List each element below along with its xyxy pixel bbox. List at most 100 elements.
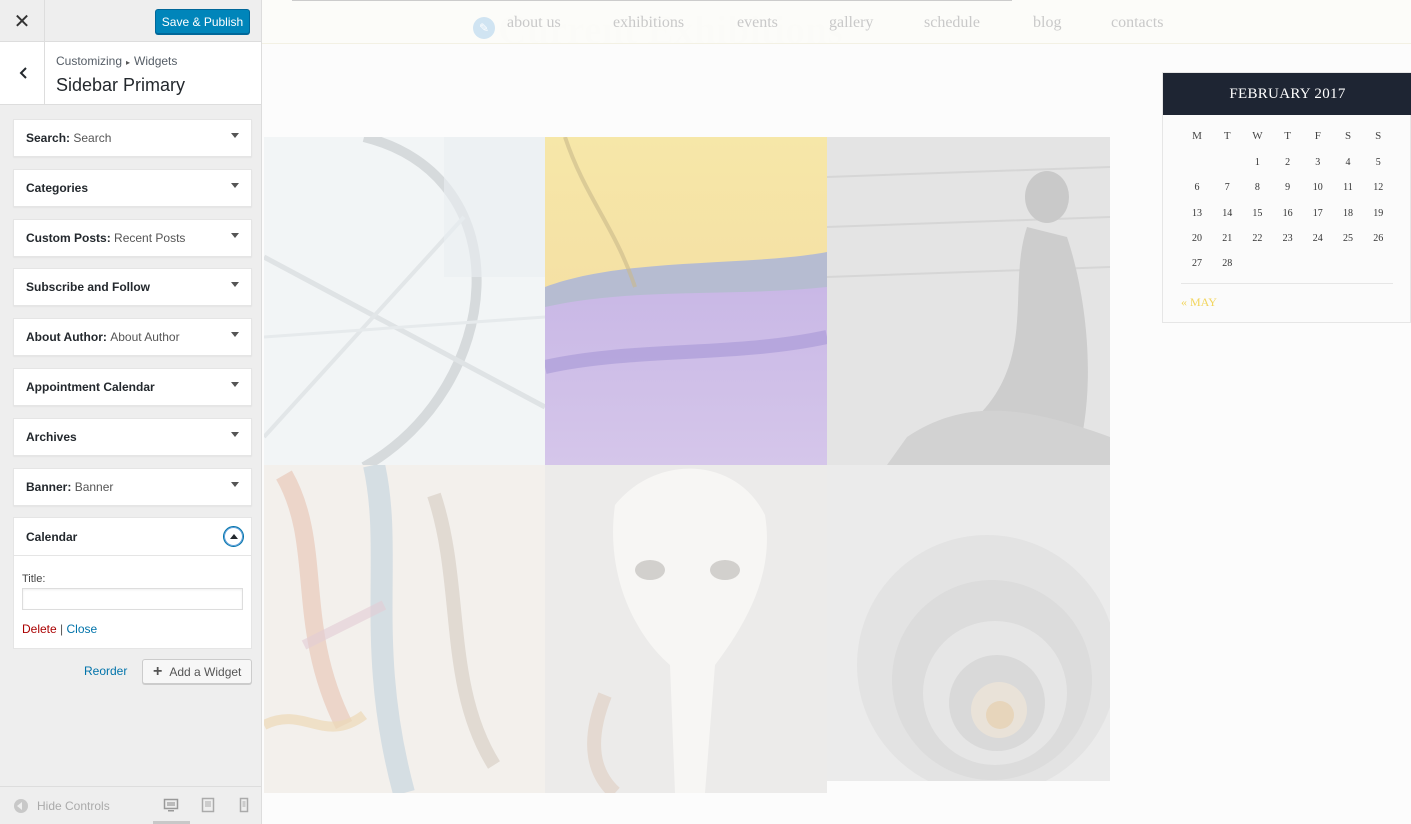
actions-separator: | xyxy=(60,622,64,636)
calendar-day: 19 xyxy=(1373,207,1384,219)
calendar-day: 25 xyxy=(1343,232,1353,244)
save-publish-button[interactable]: Save & Publish xyxy=(155,9,250,34)
expand-arrow-icon[interactable] xyxy=(231,233,239,238)
nav-events[interactable]: events xyxy=(737,14,778,32)
close-icon: ✕ xyxy=(13,10,31,33)
widget-categories[interactable]: Categories xyxy=(13,169,252,207)
widget-title: Calendar xyxy=(26,530,78,544)
site-preview: Current Exhibitions ✎ about us exhibitio… xyxy=(262,0,1411,824)
widget-banner[interactable]: Banner: Banner xyxy=(13,468,252,506)
calendar-day: 12 xyxy=(1373,182,1384,194)
widget-custom-posts[interactable]: Custom Posts: Recent Posts xyxy=(13,219,252,257)
widget-title: Subscribe and Follow xyxy=(26,280,151,294)
calendar-weekday: W xyxy=(1252,130,1263,142)
breadcrumb-current: Widgets xyxy=(134,54,178,68)
delete-link[interactable]: Delete xyxy=(22,622,57,636)
add-widget-button[interactable]: + Add a Widget xyxy=(142,659,252,684)
nav-about-us[interactable]: about us xyxy=(507,14,561,32)
calendar-day: 6 xyxy=(1194,182,1200,194)
expand-arrow-icon[interactable] xyxy=(231,133,239,138)
calendar-day: 20 xyxy=(1192,232,1202,244)
back-button[interactable] xyxy=(0,42,45,104)
title-input[interactable] xyxy=(22,588,243,610)
calendar-weekday: T xyxy=(1284,130,1291,142)
calendar-month-title: FEBRUARY 2017 xyxy=(1163,73,1411,115)
reorder-link[interactable]: Reorder xyxy=(84,664,127,678)
widget-header[interactable]: Calendar xyxy=(14,518,251,556)
calendar-day: 21 xyxy=(1222,232,1233,244)
calendar-prev-link[interactable]: « MAY xyxy=(1181,295,1217,310)
gallery-image-architecture[interactable] xyxy=(264,137,545,465)
collapse-icon xyxy=(14,799,28,813)
calendar-day: 5 xyxy=(1375,157,1381,168)
mobile-preview-icon[interactable] xyxy=(237,797,251,813)
calendar-day: 11 xyxy=(1343,182,1353,194)
edit-shortcut-icon[interactable]: ✎ xyxy=(473,17,495,39)
expand-arrow-icon[interactable] xyxy=(231,482,239,487)
customizer-header: ✕ Save & Publish xyxy=(0,0,261,42)
widget-archives[interactable]: Archives xyxy=(13,418,252,456)
calendar-day: 17 xyxy=(1312,207,1323,219)
calendar-day: 28 xyxy=(1222,258,1233,270)
hide-controls-label: Hide Controls xyxy=(37,799,110,813)
calendar-day: 13 xyxy=(1192,207,1202,219)
calendar-day: 3 xyxy=(1315,157,1321,168)
nav-contacts[interactable]: contacts xyxy=(1111,14,1163,32)
title-label: Title: xyxy=(22,573,46,585)
widget-actions: Delete | Close xyxy=(22,622,97,636)
expand-arrow-icon[interactable] xyxy=(231,432,239,437)
widget-title: About Author: About Author xyxy=(26,330,180,344)
widget-about-author[interactable]: About Author: About Author xyxy=(13,318,252,356)
calendar-day: 10 xyxy=(1312,182,1323,194)
calendar-weekday: S xyxy=(1344,130,1352,142)
breadcrumb: Customizing ▸ Widgets xyxy=(56,54,177,68)
calendar-weekday: S xyxy=(1375,130,1382,142)
breadcrumb-root: Customizing xyxy=(56,54,123,68)
widget-search[interactable]: Search: Search xyxy=(13,119,252,157)
calendar-day: 7 xyxy=(1224,182,1230,194)
close-link[interactable]: Close xyxy=(67,622,98,636)
widget-title: Archives xyxy=(26,430,77,444)
calendar-widget-preview: FEBRUARY 2017 M T W T F S S 1 2 3 4 5 6 7 8 9 10 11 12 13 14… xyxy=(1162,72,1411,323)
calendar-day: 2 xyxy=(1285,157,1291,168)
calendar-day: 9 xyxy=(1285,182,1291,194)
widget-subscribe-follow[interactable]: Subscribe and Follow xyxy=(13,268,252,306)
calendar-weekday: T xyxy=(1223,130,1231,142)
gallery-image-lavender-painting[interactable] xyxy=(545,137,827,465)
widget-calendar-expanded: Calendar Title: Delete | Close xyxy=(13,517,252,649)
gallery-image-statue[interactable] xyxy=(827,137,1110,465)
gallery-image-spiral-staircase[interactable] xyxy=(827,465,1110,781)
close-customizer-button[interactable]: ✕ xyxy=(0,0,45,42)
calendar-day: 14 xyxy=(1222,207,1233,219)
nav-blog[interactable]: blog xyxy=(1033,14,1061,32)
nav-exhibitions[interactable]: exhibitions xyxy=(613,14,684,32)
customizer-sidebar: ✕ Save & Publish Customizing ▸ Widgets Sid… xyxy=(0,0,262,824)
section-title: Sidebar Primary xyxy=(56,75,186,95)
breadcrumb-separator-icon: ▸ xyxy=(126,58,131,67)
calendar-day: 22 xyxy=(1252,232,1263,244)
widget-title: Search: Search xyxy=(26,131,112,145)
collapse-arrow-icon[interactable] xyxy=(223,526,244,547)
desktop-preview-icon[interactable] xyxy=(163,797,179,813)
calendar-day: 26 xyxy=(1373,232,1384,244)
tablet-preview-icon[interactable] xyxy=(200,797,216,813)
widget-title: Appointment Calendar xyxy=(26,380,155,394)
calendar-day: 27 xyxy=(1192,258,1202,270)
calendar-day: 8 xyxy=(1254,182,1260,194)
calendar-day: 23 xyxy=(1282,232,1293,244)
expand-arrow-icon[interactable] xyxy=(231,183,239,188)
widget-appointment-calendar[interactable]: Appointment Calendar xyxy=(13,368,252,406)
calendar-day: 18 xyxy=(1343,207,1353,219)
nav-schedule[interactable]: schedule xyxy=(924,14,980,32)
expand-arrow-icon[interactable] xyxy=(231,282,239,287)
nav-gallery[interactable]: gallery xyxy=(829,14,873,32)
add-widget-label: Add a Widget xyxy=(169,664,242,679)
expand-arrow-icon[interactable] xyxy=(231,332,239,337)
gallery-image-mask[interactable] xyxy=(545,465,827,793)
hide-controls-button[interactable]: Hide Controls xyxy=(14,799,110,813)
calendar-day: 1 xyxy=(1254,157,1260,168)
chevron-left-icon xyxy=(19,67,27,79)
expand-arrow-icon[interactable] xyxy=(231,382,239,387)
gallery-image-abstract-painting[interactable] xyxy=(264,465,545,793)
nav-divider xyxy=(292,0,1012,1)
